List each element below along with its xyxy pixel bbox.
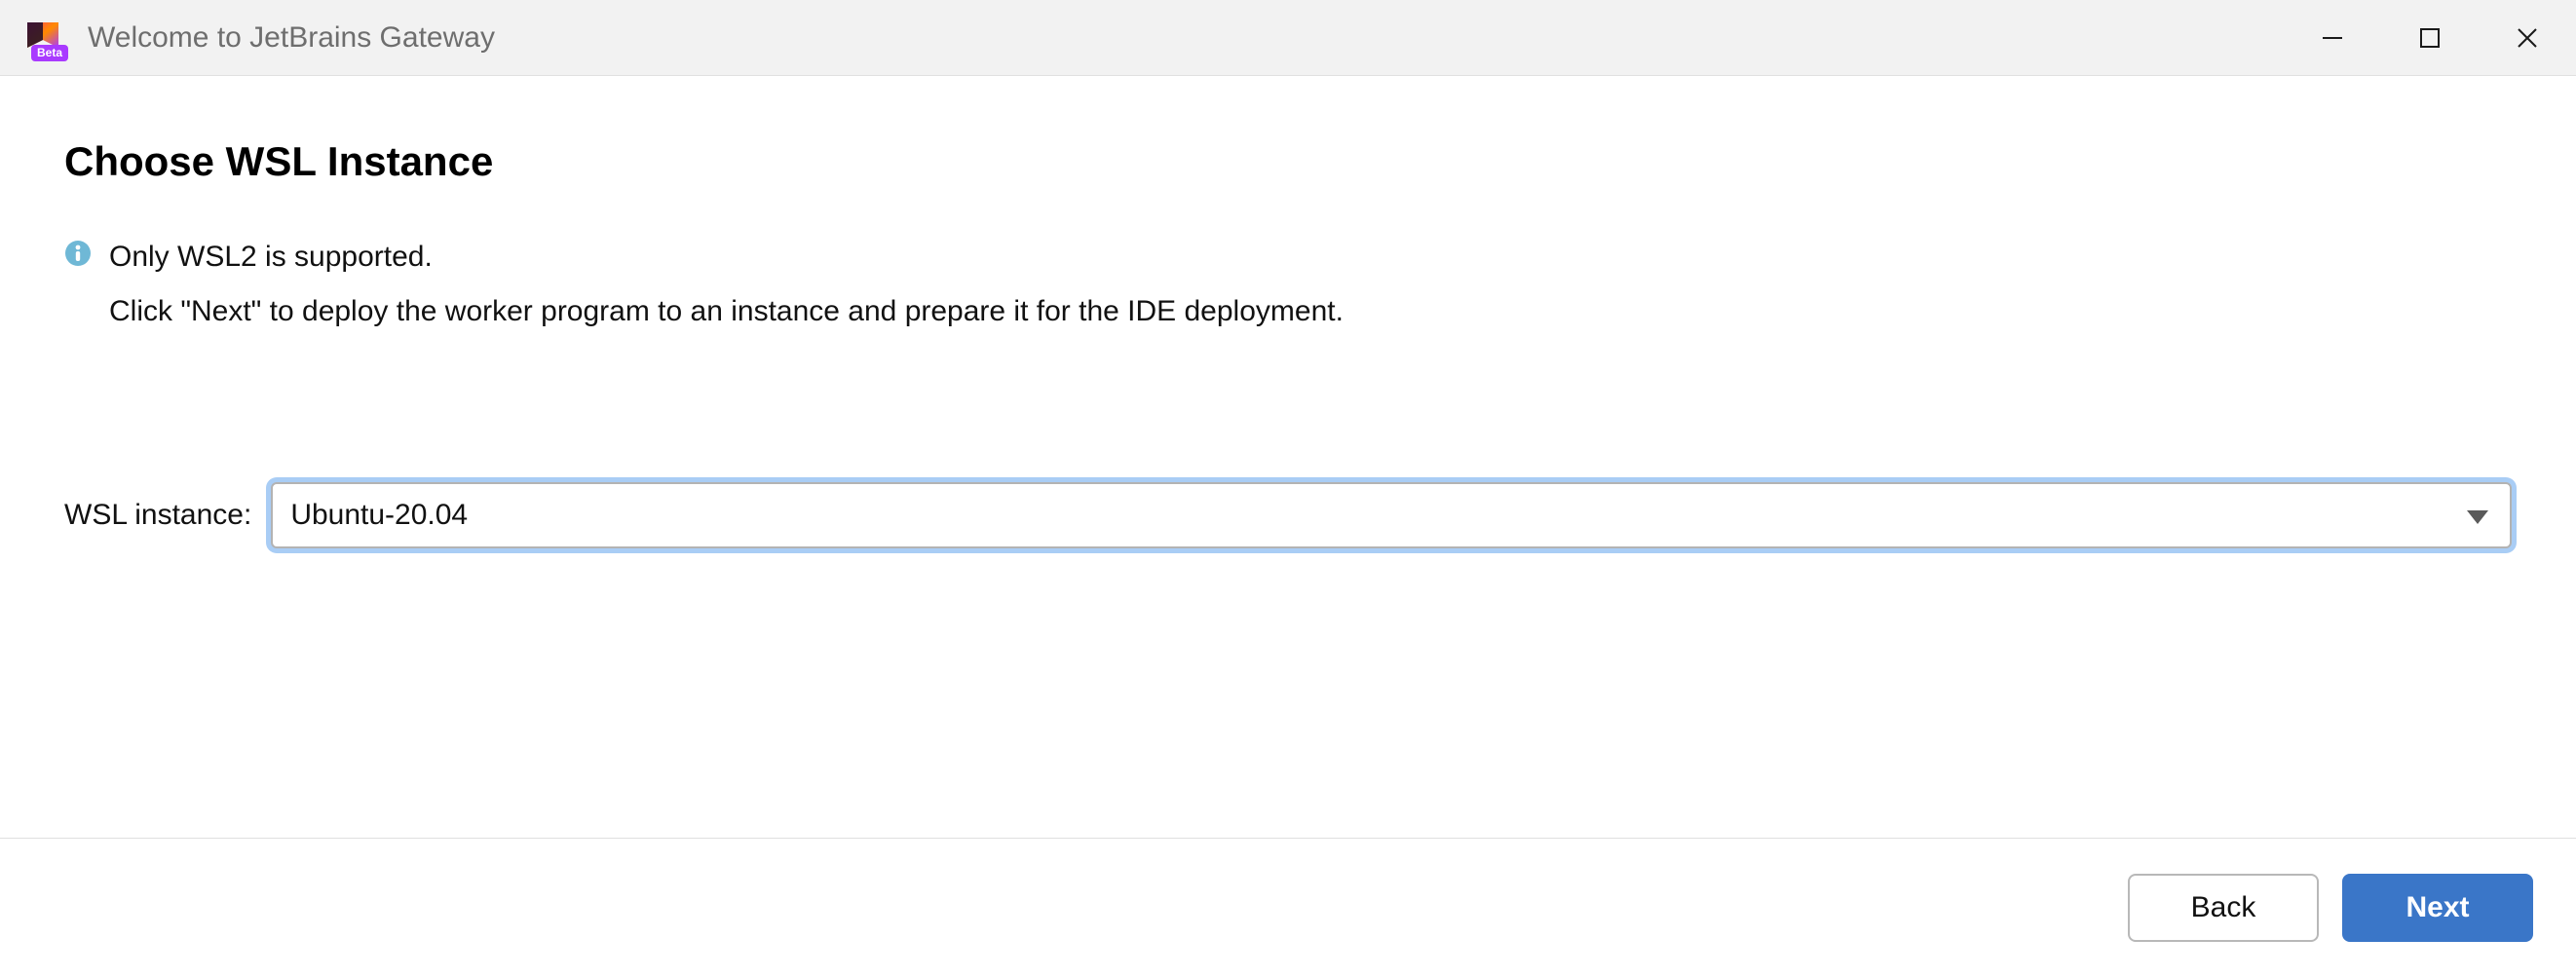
window-title: Welcome to JetBrains Gateway — [88, 21, 495, 55]
title-bar: Beta Welcome to JetBrains Gateway — [0, 0, 2576, 76]
info-block: Only WSL2 is supported. — [64, 236, 2512, 279]
content-area: Choose WSL Instance Only WSL2 is support… — [0, 76, 2576, 548]
next-button[interactable]: Next — [2342, 874, 2533, 942]
info-line-1: Only WSL2 is supported. — [109, 236, 433, 279]
close-button[interactable] — [2479, 0, 2576, 75]
wsl-instance-selected-value: Ubuntu-20.04 — [290, 499, 468, 532]
footer: Back Next — [0, 838, 2576, 976]
minimize-button[interactable] — [2284, 0, 2381, 75]
maximize-button[interactable] — [2381, 0, 2479, 75]
wsl-instance-select-wrap: Ubuntu-20.04 — [271, 482, 2512, 548]
chevron-down-icon — [2467, 499, 2488, 532]
info-line-2: Click "Next" to deploy the worker progra… — [109, 290, 2512, 333]
window-controls — [2284, 0, 2576, 75]
info-icon — [64, 240, 92, 267]
back-button[interactable]: Back — [2128, 874, 2319, 942]
wsl-instance-label: WSL instance: — [64, 499, 251, 532]
wsl-instance-select[interactable]: Ubuntu-20.04 — [271, 482, 2512, 548]
page-heading: Choose WSL Instance — [64, 138, 2512, 185]
form-row: WSL instance: Ubuntu-20.04 — [64, 482, 2512, 548]
app-icon: Beta — [23, 19, 62, 57]
beta-badge: Beta — [31, 45, 68, 60]
